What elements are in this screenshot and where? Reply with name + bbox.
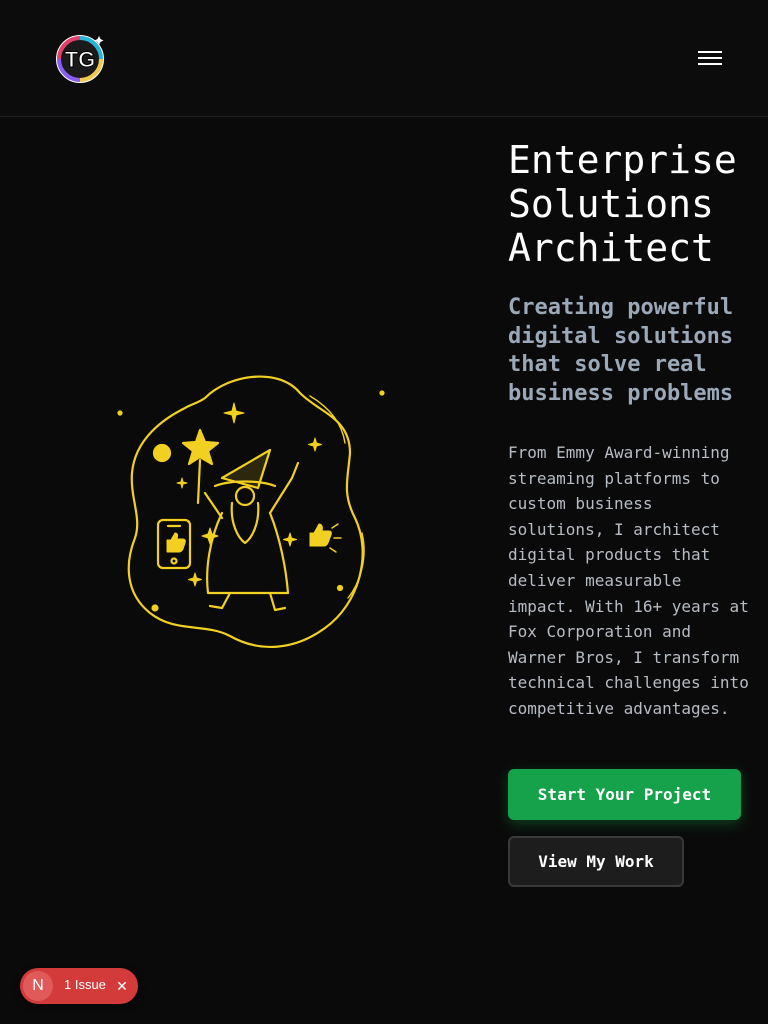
- dev-issues-badge[interactable]: N 1 Issue ✕: [20, 968, 138, 1004]
- tg-logo-icon: TG: [56, 35, 104, 83]
- logo[interactable]: TG: [53, 32, 107, 84]
- svg-text:TG: TG: [65, 47, 96, 72]
- view-work-button[interactable]: View My Work: [508, 836, 684, 887]
- issues-count-label[interactable]: 1 Issue: [64, 977, 106, 992]
- menu-button[interactable]: [690, 42, 730, 74]
- hero-subtitle: Creating powerful digital solutions that…: [508, 295, 734, 406]
- close-icon[interactable]: ✕: [112, 976, 132, 996]
- hero-title: Enterprise Solutions Architect: [508, 138, 737, 270]
- nextjs-logo-icon[interactable]: N: [23, 971, 53, 1001]
- hamburger-icon: [698, 51, 722, 53]
- wizard-illustration-icon: [110, 368, 390, 658]
- hero-description: From Emmy Award-winning streaming platfo…: [508, 443, 749, 718]
- site-header: TG: [0, 0, 768, 117]
- start-project-button[interactable]: Start Your Project: [508, 769, 741, 820]
